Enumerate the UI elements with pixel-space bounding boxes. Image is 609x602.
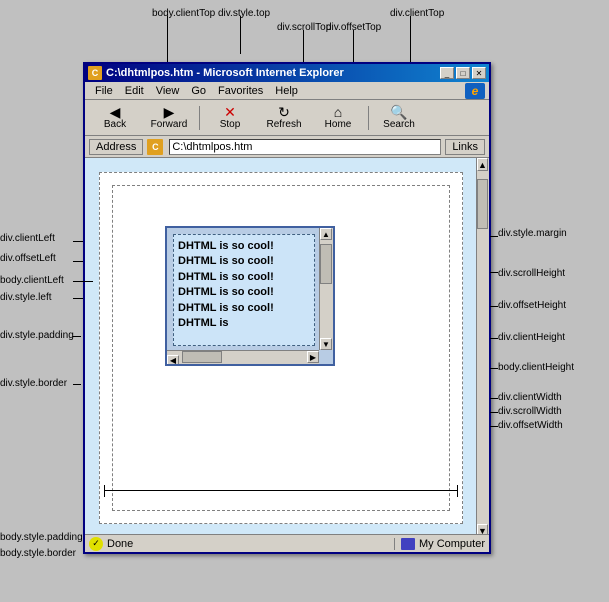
scrollable-div[interactable]: DHTML is so cool! DHTML is so cool! DHTM… [165,226,335,366]
annotation-div-style-padding: div.style.padding [0,330,74,341]
body-client-width-line [104,490,458,491]
links-button[interactable]: Links [445,139,485,155]
forward-label: Forward [151,119,188,130]
annotation-div-style-margin: div.style.margin [498,228,567,239]
menu-bar: File Edit View Go Favorites Help e [85,82,489,100]
ie-logo: e [465,83,485,99]
div-text-content: DHTML is so cool! DHTML is so cool! DHTM… [178,239,310,331]
close-button[interactable]: ✕ [472,67,486,79]
address-input[interactable]: C:\dhtmlpos.htm [169,139,441,155]
annotation-div-client-width: div.clientWidth [498,392,562,403]
forward-icon: ▶ [164,105,175,119]
status-bar: ✓ Done My Computer [85,534,489,552]
div-scroll-right[interactable]: ▶ [307,351,319,363]
annotation-div-client-left: div.clientLeft [0,233,55,244]
menu-view[interactable]: View [150,84,186,98]
refresh-button[interactable]: ↻ Refresh [258,103,310,133]
annotation-body-client-left: body.clientLeft [0,275,64,286]
annotation-body-client-height: body.clientHeight [498,362,574,373]
annotation-body-client-top: body.clientTop [152,8,215,19]
div-scrollbar-h[interactable]: ◀ ▶ [167,350,319,364]
menu-help[interactable]: Help [269,84,304,98]
forward-button[interactable]: ▶ Forward [143,103,195,133]
main-scrollbar-v[interactable]: ▲ ▼ [476,158,489,537]
refresh-icon: ↻ [278,105,290,119]
menu-edit[interactable]: Edit [119,84,150,98]
annotation-div-offset-left: div.offsetLeft [0,253,56,264]
menu-file[interactable]: File [89,84,119,98]
page-margin: DHTML is so cool! DHTML is so cool! DHTM… [85,158,489,550]
bcw-right-tick [457,485,458,497]
address-label: Address [89,139,143,155]
div-scroll-down[interactable]: ▼ [320,338,332,350]
menu-favorites[interactable]: Favorites [212,84,269,98]
maximize-button[interactable]: □ [456,67,470,79]
zone-text: My Computer [419,538,485,550]
annotation-div-scroll-top: div.scrollTop [277,22,331,33]
div-scroll-thumb-v[interactable] [320,244,332,284]
home-button[interactable]: ⌂ Home [312,103,364,133]
computer-icon [401,538,415,550]
annotation-div-scroll-height: div.scrollHeight [498,268,565,279]
refresh-label: Refresh [266,119,301,130]
browser-icon: C [88,66,102,80]
address-icon: C [147,139,163,155]
status-zone: My Computer [394,538,485,550]
back-button[interactable]: ◀ Back [89,103,141,133]
stop-button[interactable]: ✕ Stop [204,103,256,133]
annotation-div-style-left: div.style.left [0,292,52,303]
div-scroll-up[interactable]: ▲ [320,228,332,240]
bcw-left-tick [104,485,105,497]
annotation-div-scroll-width: div.scrollWidth [498,406,562,417]
annotation-div-style-top: div.style.top [218,8,270,19]
back-icon: ◀ [110,105,121,119]
annotation-div-offset-width: div.offsetWidth [498,420,563,431]
minimize-button[interactable]: _ [440,67,454,79]
search-label: Search [383,119,415,130]
toolbar: ◀ Back ▶ Forward ✕ Stop ↻ Refresh ⌂ Home… [85,100,489,136]
div-scrollbar-v[interactable]: ▲ ▼ [319,228,333,350]
menu-go[interactable]: Go [185,84,212,98]
page-content-area: DHTML is so cool! DHTML is so cool! DHTM… [99,172,463,524]
annotation-div-client-height: div.clientHeight [498,332,565,343]
browser-window: C C:\dhtmlpos.htm - Microsoft Internet E… [83,62,491,554]
back-label: Back [104,119,126,130]
main-scroll-up[interactable]: ▲ [477,158,488,171]
stop-label: Stop [220,119,241,130]
home-icon: ⌂ [334,105,342,119]
status-icon: ✓ [89,537,103,551]
main-scroll-thumb[interactable] [477,179,488,229]
status-text: Done [107,538,133,550]
div-inner-content: DHTML is so cool! DHTML is so cool! DHTM… [173,234,315,346]
annotation-body-style-border: body.style.border [0,548,76,559]
annotation-div-offset-height: div.offsetHeight [498,300,566,311]
content-area: DHTML is so cool! DHTML is so cool! DHTM… [85,158,489,550]
title-bar: C C:\dhtmlpos.htm - Microsoft Internet E… [85,64,489,82]
div-scroll-thumb-h[interactable] [182,351,222,363]
div-scroll-left[interactable]: ◀ [167,355,179,367]
window-title: C:\dhtmlpos.htm - Microsoft Internet Exp… [106,67,344,79]
search-icon: 🔍 [390,105,407,119]
annotation-body-style-padding: body.style.padding [0,532,83,543]
home-label: Home [325,119,352,130]
address-bar: Address C C:\dhtmlpos.htm Links [85,136,489,158]
search-button[interactable]: 🔍 Search [373,103,425,133]
inner-dashed-box: DHTML is so cool! DHTML is so cool! DHTM… [112,185,450,511]
annotation-div-style-border: div.style.border [0,378,67,389]
stop-icon: ✕ [224,105,236,119]
annotation-div-client-top: div.clientTop [390,8,444,19]
